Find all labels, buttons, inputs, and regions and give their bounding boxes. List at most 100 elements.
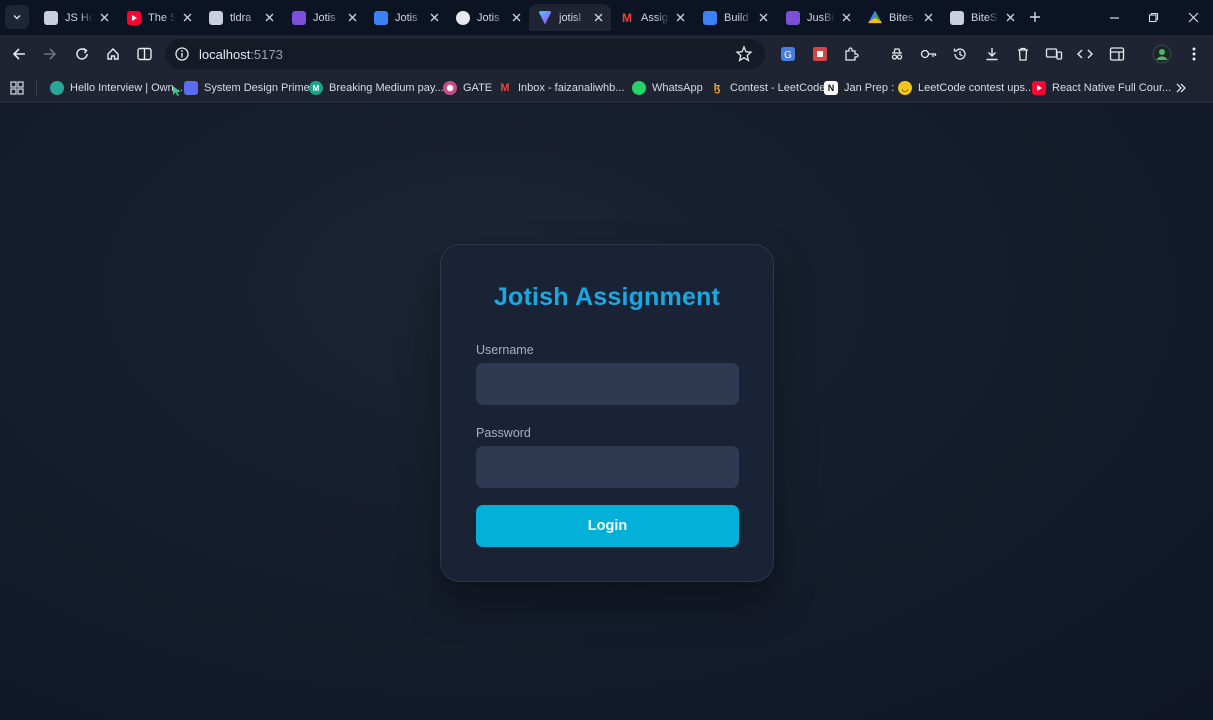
incognito-icon <box>891 48 903 60</box>
downloads-button[interactable] <box>981 43 1003 65</box>
list-icon <box>786 10 800 25</box>
tab-3[interactable]: tldra <box>200 4 282 31</box>
side-panel-icon <box>1109 47 1125 61</box>
bookmark-leetcode-contest[interactable]: ɮ Contest - LeetCode <box>710 80 826 96</box>
tab-search-button[interactable] <box>5 5 29 29</box>
close-tab-icon[interactable] <box>509 10 523 24</box>
notion-icon: N <box>824 81 838 95</box>
avatar-icon <box>1152 44 1172 64</box>
browser-menu-button[interactable] <box>1183 43 1205 65</box>
username-label: Username <box>476 343 534 357</box>
close-tab-icon[interactable] <box>262 10 276 24</box>
translate-extension[interactable]: G <box>777 43 799 65</box>
login-card: Jotish Assignment Username Password Logi… <box>440 244 774 582</box>
close-tab-icon[interactable] <box>921 10 935 24</box>
devtools-button[interactable] <box>1074 43 1096 65</box>
history-icon <box>953 48 966 60</box>
bookmark-react-native[interactable]: React Native Full Cour... <box>1032 80 1171 96</box>
double-chevron-right-icon <box>1176 83 1186 93</box>
smiley-icon: ◡ <box>898 81 912 95</box>
bookmark-system-design[interactable]: System Design Primer <box>184 80 313 96</box>
tab-title: Assig <box>641 11 668 24</box>
close-tab-icon[interactable] <box>427 10 441 24</box>
home-icon <box>107 48 119 60</box>
more-vertical-icon <box>1192 47 1196 61</box>
trash-icon <box>1018 47 1028 61</box>
download-icon <box>986 48 998 61</box>
login-button[interactable]: Login <box>476 505 739 547</box>
bookmark-label: System Design Primer <box>204 82 314 94</box>
forward-button[interactable] <box>39 43 61 65</box>
tab-8[interactable]: M Assig <box>611 4 693 31</box>
apps-button[interactable] <box>10 80 24 96</box>
site-info-icon[interactable] <box>174 46 190 62</box>
home-button[interactable] <box>102 43 124 65</box>
tab-2[interactable]: The S <box>118 4 200 31</box>
bookmark-jan-prep[interactable]: N Jan Prep : <box>824 80 894 96</box>
bookmark-star-icon[interactable] <box>735 45 753 63</box>
split-view-icon <box>136 47 152 61</box>
side-panel-button[interactable] <box>1106 43 1128 65</box>
tab-4[interactable]: Jotis <box>283 4 365 31</box>
extensions-button[interactable] <box>840 43 862 65</box>
tab-9[interactable]: Build <box>694 4 776 31</box>
close-tab-icon[interactable] <box>756 10 770 24</box>
tab-10[interactable]: JusBi <box>777 4 859 31</box>
new-tab-button[interactable] <box>1026 8 1044 26</box>
close-tab-icon[interactable] <box>345 10 359 24</box>
reload-button[interactable] <box>71 43 93 65</box>
url-text[interactable]: localhost:5173 <box>199 47 283 62</box>
red-extension-icon <box>813 47 827 61</box>
bookmark-label: Jan Prep : <box>844 82 895 94</box>
tab-6[interactable]: Jotis <box>447 4 529 31</box>
password-input[interactable] <box>476 446 739 488</box>
minimize-icon <box>1109 16 1119 19</box>
tab-7-active[interactable]: jotisl <box>529 4 611 31</box>
tab-12[interactable]: BiteS <box>941 4 1023 31</box>
login-title: Jotish Assignment <box>493 283 721 311</box>
close-tab-icon[interactable] <box>839 10 853 24</box>
bookmarks-divider <box>36 81 37 95</box>
bookmark-whatsapp[interactable]: WhatsApp <box>632 80 703 96</box>
close-tab-icon[interactable] <box>180 10 194 24</box>
incognito-button[interactable] <box>886 43 908 65</box>
bookmark-inbox[interactable]: M Inbox - faizanaliwhb... <box>498 80 624 96</box>
red-extension[interactable] <box>809 43 831 65</box>
back-button[interactable] <box>8 43 30 65</box>
username-input[interactable] <box>476 363 739 405</box>
restore-button[interactable] <box>1144 8 1162 26</box>
more-bookmarks-button[interactable] <box>1175 80 1187 96</box>
close-tab-icon[interactable] <box>591 10 605 24</box>
tab-5[interactable]: Jotis <box>365 4 447 31</box>
drive-icon <box>868 10 882 24</box>
tab-1[interactable]: JS Ho <box>35 4 117 31</box>
reload-icon <box>76 47 88 60</box>
split-view-button[interactable] <box>133 43 155 65</box>
close-tab-icon[interactable] <box>1003 10 1017 24</box>
bookmark-hello-interview[interactable]: Hello Interview | Own... <box>50 80 183 96</box>
bookmark-leetcode-ups[interactable]: ◡ LeetCode contest ups... <box>898 80 1034 96</box>
arrow-right-icon <box>44 48 57 60</box>
history-button[interactable] <box>949 43 971 65</box>
cast-button[interactable] <box>1043 43 1065 65</box>
bookmark-label: React Native Full Cour... <box>1052 82 1172 94</box>
tab-strip: JS Ho The S tldra Jotis Jotis Jotis joti… <box>0 0 1213 35</box>
close-window-button[interactable] <box>1184 8 1202 26</box>
close-tab-icon[interactable] <box>673 10 687 24</box>
gate-icon <box>443 81 457 95</box>
puzzle-icon <box>845 47 859 61</box>
restore-icon <box>1148 12 1158 22</box>
close-tab-icon[interactable] <box>97 10 111 24</box>
url-host: localhost <box>199 47 251 62</box>
key-icon <box>920 49 937 59</box>
passwords-button[interactable] <box>918 43 940 65</box>
minimize-button[interactable] <box>1105 8 1123 26</box>
delete-button[interactable] <box>1012 43 1034 65</box>
profile-avatar[interactable] <box>1151 43 1173 65</box>
tab-title: The S <box>148 11 176 24</box>
address-bar[interactable]: localhost:5173 <box>165 39 765 69</box>
bookmark-medium[interactable]: M Breaking Medium pay... <box>309 80 444 96</box>
whatsapp-icon <box>632 81 646 95</box>
bookmark-gate[interactable]: GATE <box>443 80 492 96</box>
tab-11[interactable]: Bites <box>859 4 941 31</box>
